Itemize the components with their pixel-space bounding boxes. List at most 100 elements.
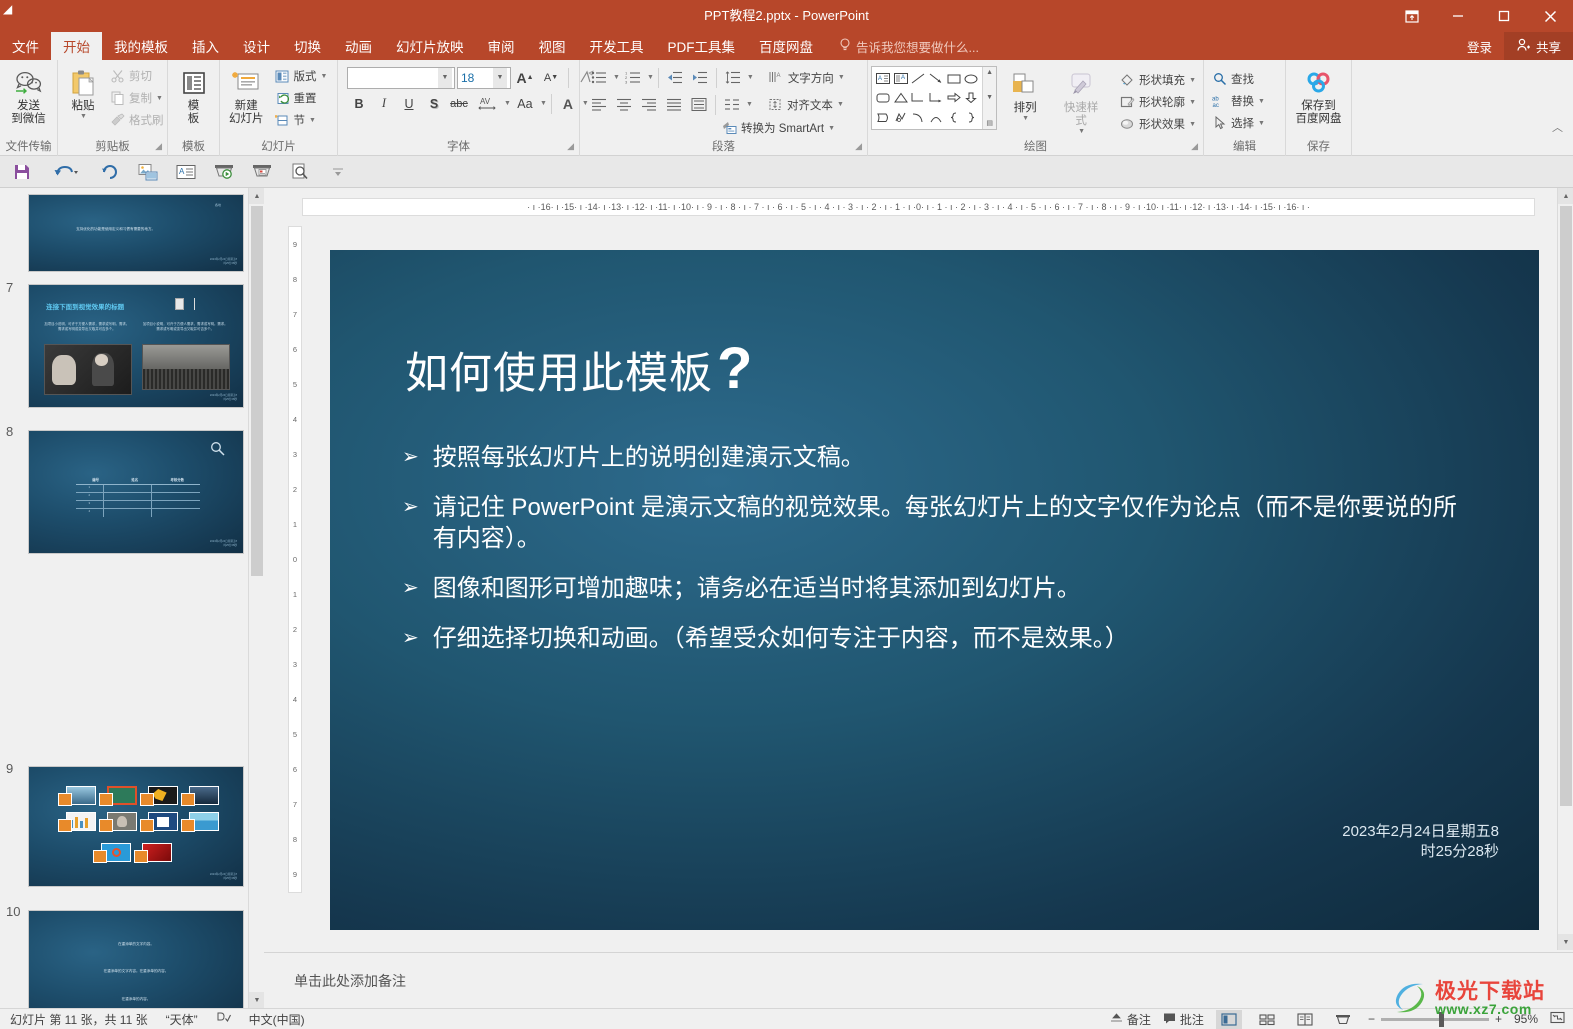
text-box-icon[interactable]: A bbox=[172, 159, 200, 185]
tab-insert[interactable]: 插入 bbox=[180, 32, 231, 60]
shape-outline-button[interactable]: 形状轮廓 ▼ bbox=[1115, 91, 1200, 113]
language-indicator[interactable]: 中文(中国) bbox=[249, 1011, 305, 1028]
tab-transitions[interactable]: 切换 bbox=[282, 32, 333, 60]
slide-scroll-up-icon[interactable]: ▲ bbox=[1558, 188, 1573, 204]
shape-elbow-connector-icon[interactable] bbox=[909, 88, 927, 107]
vertical-ruler[interactable]: 9 8 7 6 5 4 3 2 1 0 1 2 3 4 5 6 7 8 9 bbox=[288, 226, 302, 893]
tab-slideshow[interactable]: 幻灯片放映 bbox=[384, 32, 476, 60]
tab-baidu-netdisk[interactable]: 百度网盘 bbox=[747, 32, 825, 60]
shape-arc-icon[interactable] bbox=[927, 108, 945, 127]
quick-styles-button[interactable]: 快速样式 ▼ bbox=[1053, 66, 1109, 137]
send-to-wechat-button[interactable]: 发送 到微信 bbox=[5, 64, 52, 128]
increase-indent-button[interactable] bbox=[688, 66, 712, 89]
bullets-button[interactable] bbox=[587, 66, 611, 89]
font-dialog-launcher-icon[interactable]: ◢ bbox=[567, 138, 574, 155]
shape-pentagon-icon[interactable] bbox=[874, 108, 892, 127]
zoom-track[interactable] bbox=[1380, 1011, 1489, 1027]
slide-date-placeholder[interactable]: 2023年2月24日星期五8 时25分28秒 bbox=[1342, 822, 1499, 863]
columns-button[interactable] bbox=[720, 93, 744, 116]
increase-font-size-icon[interactable]: A ▲ bbox=[513, 66, 537, 89]
slide-area-scrollbar[interactable]: ▲ ▼ bbox=[1557, 188, 1573, 950]
save-to-baidu-netdisk-button[interactable]: 保存到 百度网盘 bbox=[1290, 64, 1348, 128]
section-button[interactable]: 节 ▼ bbox=[270, 109, 332, 131]
shape-oval-icon[interactable] bbox=[962, 69, 980, 88]
numbering-caret-icon[interactable]: ▼ bbox=[647, 74, 654, 81]
close-icon[interactable] bbox=[1527, 0, 1573, 32]
underline-button[interactable]: U bbox=[397, 92, 421, 115]
tab-my-templates[interactable]: 我的模板 bbox=[102, 32, 180, 60]
align-center-button[interactable] bbox=[612, 93, 636, 116]
thumbnail-panel-scrollbar[interactable]: ▲ ▼ bbox=[248, 188, 264, 1008]
shape-rounded-rect-icon[interactable] bbox=[874, 88, 892, 107]
shape-right-arrow-icon[interactable] bbox=[945, 88, 963, 107]
slide-body-placeholder[interactable]: ➢ 按照每张幻灯片上的说明创建演示文稿。 ➢ 请记住 PowerPoint 是演… bbox=[402, 442, 1479, 672]
decrease-indent-button[interactable] bbox=[663, 66, 687, 89]
arrange-caret-icon[interactable]: ▼ bbox=[1022, 115, 1029, 122]
shape-arrow-icon[interactable] bbox=[927, 69, 945, 88]
tab-view[interactable]: 视图 bbox=[527, 32, 578, 60]
change-case-button[interactable]: Aa bbox=[512, 92, 538, 115]
align-text-button[interactable]: 对齐文本 ▼ bbox=[763, 94, 848, 116]
shape-freeform-icon[interactable] bbox=[892, 108, 910, 127]
align-left-button[interactable] bbox=[587, 93, 611, 116]
shapes-scroll-up-icon[interactable]: ▲ bbox=[986, 69, 993, 76]
columns-caret-icon[interactable]: ▼ bbox=[746, 101, 753, 108]
reset-button[interactable]: 重置 bbox=[270, 87, 332, 109]
convert-to-smartart-button[interactable]: 转换为 SmartArt ▼ bbox=[717, 117, 839, 139]
slideshow-from-current-icon[interactable] bbox=[248, 159, 276, 185]
align-text-caret-icon[interactable]: ▼ bbox=[837, 101, 844, 108]
copy-dropdown-caret-icon[interactable]: ▼ bbox=[156, 95, 163, 102]
maximize-icon[interactable] bbox=[1481, 0, 1527, 32]
tab-design[interactable]: 设计 bbox=[231, 32, 282, 60]
tab-animations[interactable]: 动画 bbox=[333, 32, 384, 60]
template-button[interactable]: 模 板 bbox=[172, 64, 216, 128]
select-button[interactable]: 选择 ▼ bbox=[1207, 112, 1269, 134]
slide-scroll-thumb[interactable] bbox=[1560, 206, 1572, 806]
strikethrough-button[interactable]: abc bbox=[447, 92, 471, 115]
undo-icon[interactable] bbox=[46, 159, 86, 185]
shape-effects-button[interactable]: 形状效果 ▼ bbox=[1115, 113, 1200, 135]
change-case-caret-icon[interactable]: ▼ bbox=[540, 100, 547, 107]
slide-scroll-down-icon[interactable]: ▼ bbox=[1558, 934, 1573, 950]
font-family-caret-icon[interactable]: ▼ bbox=[438, 67, 452, 88]
line-spacing-button[interactable] bbox=[721, 66, 745, 89]
save-icon[interactable] bbox=[8, 159, 36, 185]
justify-button[interactable] bbox=[662, 93, 686, 116]
line-spacing-caret-icon[interactable]: ▼ bbox=[747, 74, 754, 81]
paragraph-dialog-launcher-icon[interactable]: ◢ bbox=[855, 138, 862, 155]
shape-triangle-icon[interactable] bbox=[892, 88, 910, 107]
tell-me-search[interactable]: 告诉我您想要做什么... bbox=[825, 32, 979, 60]
zoom-level[interactable]: 95% bbox=[1514, 1012, 1538, 1026]
bullets-caret-icon[interactable]: ▼ bbox=[613, 74, 620, 81]
slide-sorter-view-icon[interactable] bbox=[1254, 1010, 1280, 1029]
paste-button[interactable]: 粘贴 ▼ bbox=[61, 64, 105, 122]
shape-fill-button[interactable]: 形状填充 ▼ bbox=[1115, 69, 1200, 91]
font-color-button[interactable]: A bbox=[556, 92, 580, 115]
zoom-in-button[interactable]: + bbox=[1495, 1012, 1502, 1026]
comments-toggle-button[interactable]: 批注 bbox=[1163, 1011, 1204, 1028]
thumbnail-scroll-down-icon[interactable]: ▼ bbox=[249, 992, 264, 1008]
shape-vertical-textbox-icon[interactable]: A bbox=[892, 69, 910, 88]
zoom-thumb[interactable] bbox=[1438, 1011, 1444, 1027]
font-size-input[interactable]: 18 ▼ bbox=[457, 66, 511, 89]
horizontal-ruler[interactable]: · ı ·16· ı ·15· ı ·14· ı ·13· ı ·12· ı ·… bbox=[302, 198, 1535, 216]
share-button[interactable]: 共享 bbox=[1503, 32, 1573, 60]
shapes-more-icon[interactable]: ▤ bbox=[986, 119, 993, 127]
sign-in-button[interactable]: 登录 bbox=[1455, 32, 1504, 60]
shape-fill-caret-icon[interactable]: ▼ bbox=[1189, 77, 1196, 84]
decrease-font-size-icon[interactable]: A ▼ bbox=[539, 66, 563, 89]
shape-textbox-icon[interactable]: A bbox=[874, 69, 892, 88]
slide-canvas[interactable]: 如何使用此模板 ? ➢ 按照每张幻灯片上的说明创建演示文稿。 ➢ 请记住 Pow… bbox=[330, 250, 1539, 930]
tab-home[interactable]: 开始 bbox=[51, 32, 102, 60]
insert-picture-icon[interactable] bbox=[134, 159, 162, 185]
redo-icon[interactable] bbox=[96, 159, 124, 185]
clipboard-dialog-launcher-icon[interactable]: ◢ bbox=[155, 138, 162, 155]
thumbnail-scroll-thumb[interactable] bbox=[251, 206, 263, 576]
tab-review[interactable]: 审阅 bbox=[476, 32, 527, 60]
customize-qat-icon[interactable] bbox=[324, 159, 352, 185]
character-spacing-caret-icon[interactable]: ▼ bbox=[504, 100, 511, 107]
text-direction-caret-icon[interactable]: ▼ bbox=[838, 74, 845, 81]
start-slideshow-icon[interactable] bbox=[210, 159, 238, 185]
slide-title[interactable]: 如何使用此模板 ? bbox=[405, 335, 753, 402]
shape-effects-caret-icon[interactable]: ▼ bbox=[1189, 121, 1196, 128]
